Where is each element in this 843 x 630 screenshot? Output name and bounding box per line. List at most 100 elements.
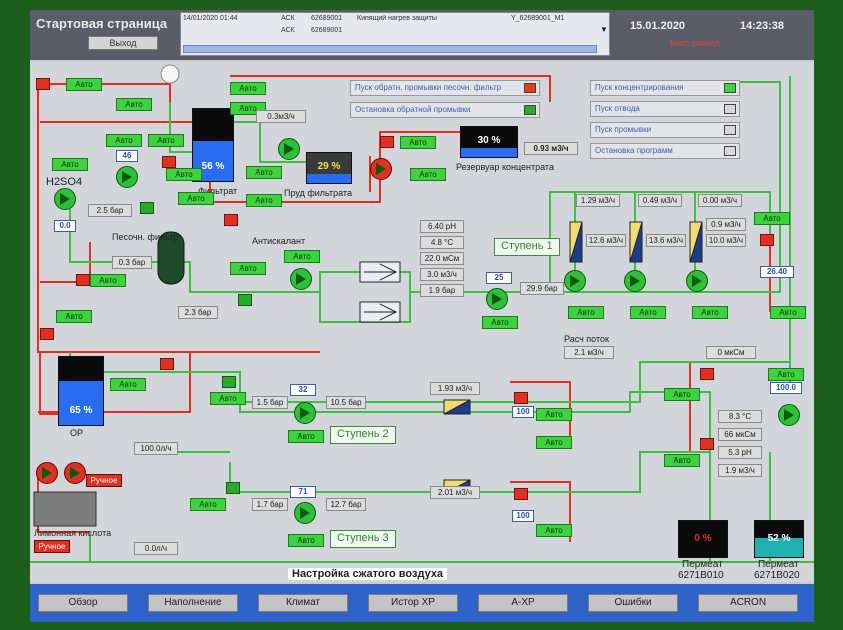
auto-button[interactable]: Авто: [768, 368, 804, 381]
auto-button[interactable]: Авто: [148, 134, 184, 147]
chevron-down-icon[interactable]: ▼: [599, 25, 609, 35]
auto-button[interactable]: Авто: [106, 134, 142, 147]
pump-setpoint[interactable]: 100.0: [770, 382, 802, 394]
auto-button[interactable]: Авто: [52, 158, 88, 171]
pump-icon[interactable]: [486, 288, 508, 310]
auto-button[interactable]: Авто: [664, 454, 700, 467]
valve-icon[interactable]: [140, 202, 154, 214]
stop-programs-button[interactable]: Остановка программ: [590, 143, 740, 159]
start-backwash-button[interactable]: Пуск обратн. промывки песочн. фильтр: [350, 80, 540, 96]
auto-button[interactable]: Авто: [166, 168, 202, 181]
valve-icon[interactable]: [40, 328, 54, 340]
auto-button[interactable]: Авто: [56, 310, 92, 323]
stage-2-setpoint[interactable]: 32: [290, 384, 316, 396]
valve-icon[interactable]: [224, 214, 238, 226]
auto-button[interactable]: Авто: [110, 378, 146, 391]
filtrate-pond[interactable]: 29 %: [306, 152, 352, 184]
manual-button[interactable]: Ручное: [86, 474, 122, 487]
pump-icon[interactable]: [624, 270, 646, 292]
valve-icon[interactable]: [162, 156, 176, 168]
pump-icon[interactable]: [686, 270, 708, 292]
valve-icon[interactable]: [238, 294, 252, 306]
stage-2-valve[interactable]: 100: [512, 406, 534, 418]
concentrate-reservoir[interactable]: 30 %: [460, 126, 518, 158]
nav-a-xr[interactable]: А-ХР: [478, 594, 568, 612]
valve-icon[interactable]: [226, 482, 240, 494]
auto-button[interactable]: Авто: [246, 166, 282, 179]
valve-icon[interactable]: [514, 488, 528, 500]
valve-position[interactable]: 26.40: [760, 266, 794, 278]
stage-3-setpoint[interactable]: 71: [290, 486, 316, 498]
pump-icon[interactable]: [294, 502, 316, 524]
auto-button[interactable]: Авто: [66, 78, 102, 91]
auto-button[interactable]: Авто: [692, 306, 728, 319]
stage-3-valve[interactable]: 100: [512, 510, 534, 522]
nav-overview[interactable]: Обзор: [38, 594, 128, 612]
valve-icon[interactable]: [700, 368, 714, 380]
auto-button[interactable]: Авто: [754, 212, 790, 225]
pump-icon[interactable]: [54, 188, 76, 210]
valve-icon[interactable]: [76, 274, 90, 286]
auto-button[interactable]: Авто: [288, 430, 324, 443]
permeate-tank-1[interactable]: 0 %: [678, 520, 728, 558]
auto-button[interactable]: Авто: [230, 82, 266, 95]
auto-button[interactable]: Авто: [284, 250, 320, 263]
manual-button[interactable]: Ручное: [34, 540, 70, 553]
pump-icon[interactable]: [116, 166, 138, 188]
auto-button[interactable]: Авто: [536, 524, 572, 537]
auto-button[interactable]: Авто: [482, 316, 518, 329]
alarm-list[interactable]: 14/01/2020 01:44 АСК 62689001 Кипящий на…: [180, 12, 610, 56]
pump-icon[interactable]: [64, 462, 86, 484]
alarm-scrollbar[interactable]: [183, 45, 597, 53]
start-drain-button[interactable]: Пуск отвода: [590, 101, 740, 117]
auto-button[interactable]: Авто: [116, 98, 152, 111]
auto-button[interactable]: Авто: [568, 306, 604, 319]
valve-icon[interactable]: [700, 438, 714, 450]
auto-button[interactable]: Авто: [536, 436, 572, 449]
nav-errors[interactable]: Ошибки: [588, 594, 678, 612]
valve-icon[interactable]: [380, 136, 394, 148]
auto-button[interactable]: Авто: [630, 306, 666, 319]
pump-icon[interactable]: [294, 402, 316, 424]
valve-icon[interactable]: [760, 234, 774, 246]
valve-icon[interactable]: [514, 392, 528, 404]
auto-button[interactable]: Авто: [178, 192, 214, 205]
auto-button[interactable]: Авто: [288, 534, 324, 547]
auto-button[interactable]: Авто: [190, 498, 226, 511]
alarm-row[interactable]: АСК 62689001: [181, 27, 601, 37]
stage-1-label[interactable]: Ступень 1: [494, 238, 560, 256]
stage-2-label[interactable]: Ступень 2: [330, 426, 396, 444]
exit-button[interactable]: Выход: [88, 36, 158, 50]
valve-icon[interactable]: [160, 358, 174, 370]
nav-filling[interactable]: Наполнение: [148, 594, 238, 612]
permeate-tank-2[interactable]: 52 %: [754, 520, 804, 558]
auto-button[interactable]: Авто: [410, 168, 446, 181]
stage-3-label[interactable]: Ступень 3: [330, 530, 396, 548]
pump-icon[interactable]: [778, 404, 800, 426]
auto-button[interactable]: Авто: [400, 136, 436, 149]
nav-history[interactable]: Истор ХР: [368, 594, 458, 612]
valve-icon[interactable]: [36, 78, 50, 90]
nav-acron[interactable]: ACRON: [698, 594, 798, 612]
stop-backwash-button[interactable]: Остановка обратной промывки: [350, 102, 540, 118]
pump-icon[interactable]: [278, 138, 300, 160]
pump-icon[interactable]: [290, 268, 312, 290]
auto-button[interactable]: Авто: [246, 194, 282, 207]
auto-button[interactable]: Авто: [230, 262, 266, 275]
nav-climate[interactable]: Климат: [258, 594, 348, 612]
start-rinse-button[interactable]: Пуск промывки: [590, 122, 740, 138]
auto-button[interactable]: Авто: [664, 388, 700, 401]
pump-setpoint[interactable]: 25: [486, 272, 512, 284]
start-concentration-button[interactable]: Пуск концентрирования: [590, 80, 740, 96]
auto-button[interactable]: Авто: [536, 408, 572, 421]
auto-button[interactable]: Авто: [90, 274, 126, 287]
compressed-air-label[interactable]: Настройка сжатого воздуха: [288, 568, 448, 580]
setpoint-h2so4[interactable]: 46: [116, 150, 138, 162]
valve-icon[interactable]: [222, 376, 236, 388]
pump-icon[interactable]: [36, 462, 58, 484]
op-tank[interactable]: 65 %: [58, 356, 104, 426]
pump-icon[interactable]: [564, 270, 586, 292]
alarm-row[interactable]: 14/01/2020 01:44 АСК 62689001 Кипящий на…: [181, 15, 601, 25]
pump-icon[interactable]: [370, 158, 392, 180]
auto-button[interactable]: Авто: [770, 306, 806, 319]
